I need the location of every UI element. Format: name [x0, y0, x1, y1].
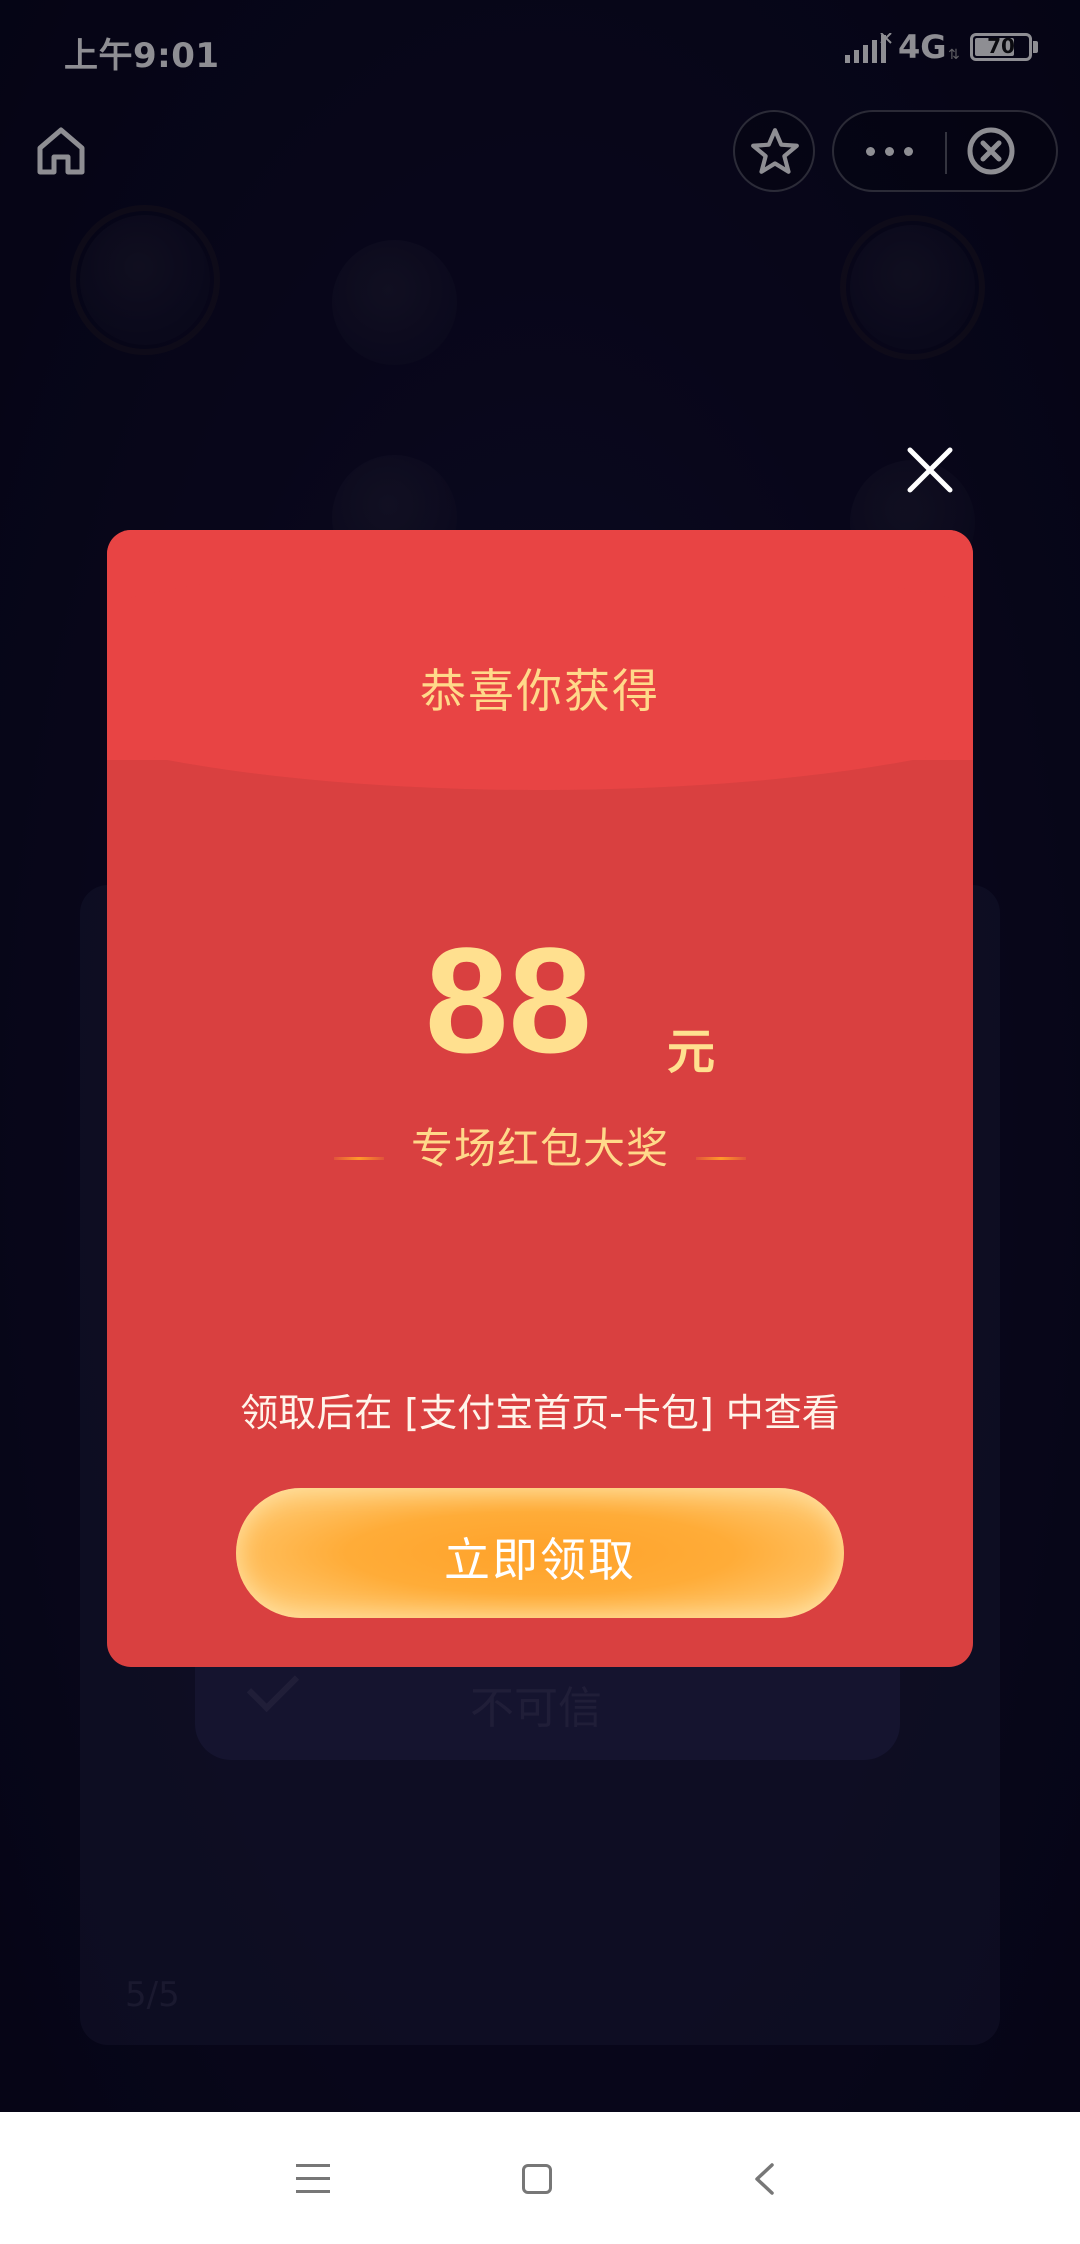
claim-button[interactable]: 立即领取 [236, 1488, 844, 1618]
prize-amount: 88 [425, 916, 592, 1084]
back-icon[interactable] [752, 2162, 776, 2196]
prize-unit: 元 [667, 1024, 716, 1080]
decor-line-left [333, 1157, 384, 1160]
prize-label-row: 专场红包大奖 [107, 1115, 973, 1176]
system-nav-bar [0, 2112, 1080, 2244]
claim-hint: 领取后在 [支付宝首页-卡包] 中查看 [240, 1391, 840, 1435]
menu-icon[interactable] [296, 2164, 330, 2194]
modal-title: 恭喜你获得 [420, 664, 660, 718]
decor-line-right [696, 1157, 747, 1160]
app-screen: 不可信 5/5 上午9:01 4G ⇅ 70 恭喜你获得 88 元 专场红包大奖… [0, 0, 1080, 2112]
square-icon[interactable] [522, 2164, 552, 2194]
red-envelope-modal: 恭喜你获得 88 元 专场红包大奖 领取后在 [支付宝首页-卡包] 中查看 立即… [107, 530, 973, 1667]
prize-label: 专场红包大奖 [410, 1124, 669, 1173]
close-icon[interactable] [905, 445, 955, 495]
claim-button-label: 立即领取 [444, 1533, 636, 1587]
